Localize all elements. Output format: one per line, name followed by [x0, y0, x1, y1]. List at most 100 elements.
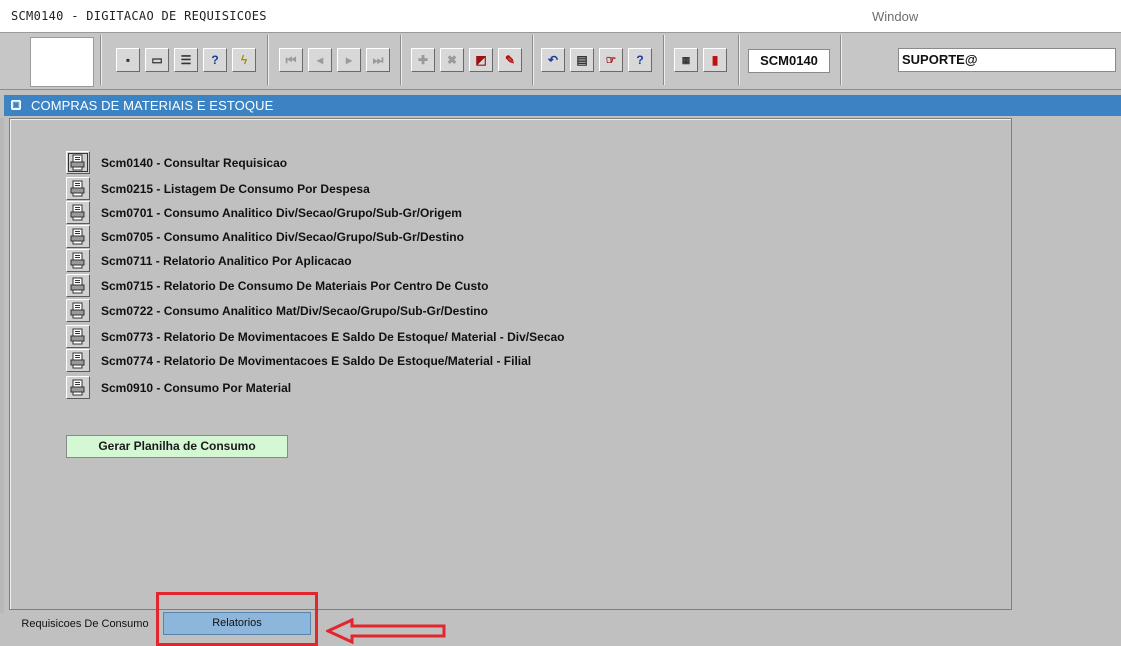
report-label: Scm0711 - Relatorio Analitico Por Aplica… — [101, 254, 352, 268]
toolbar-separator — [840, 35, 842, 85]
window-icon[interactable]: ▭ — [145, 48, 169, 72]
logo-area — [30, 37, 94, 87]
report-separator: - — [153, 279, 164, 293]
report-name: Relatorio De Movimentacoes E Saldo De Es… — [163, 354, 532, 368]
report-code: Scm0705 — [101, 230, 154, 244]
report-name: Consumo Por Material — [163, 381, 292, 395]
window-edge — [0, 118, 4, 613]
report-separator: - — [153, 230, 164, 244]
print-icon[interactable]: ☰ — [174, 48, 198, 72]
menu-window[interactable]: Window — [872, 9, 918, 24]
print-report-button[interactable] — [66, 225, 90, 248]
printer-icon — [70, 204, 85, 221]
print-report-button[interactable] — [66, 151, 90, 174]
report-label: Scm0773 - Relatorio De Movimentacoes E S… — [101, 330, 565, 344]
pointer-icon[interactable]: ☞ — [599, 48, 623, 72]
printer-icon — [70, 180, 85, 197]
print-report-button[interactable] — [66, 249, 90, 272]
section-header: ▣ COMPRAS DE MATERIAIS E ESTOQUE — [4, 95, 1121, 116]
report-code: Scm0910 — [101, 381, 154, 395]
previous-record-icon[interactable]: ◂ — [308, 48, 332, 72]
report-code: Scm0773 — [101, 330, 154, 344]
report-name: Relatorio Analitico Por Aplicacao — [163, 254, 352, 268]
report-name: Relatorio De Movimentacoes E Saldo De Es… — [163, 330, 565, 344]
report-label: Scm0910 - Consumo Por Material — [101, 381, 291, 395]
report-separator: - — [153, 156, 164, 170]
report-code: Scm0701 — [101, 206, 154, 220]
report-name: Consultar Requisicao — [163, 156, 288, 170]
save-icon[interactable]: ▪ — [116, 48, 140, 72]
clipboard-icon[interactable]: ▤ — [570, 48, 594, 72]
report-code: Scm0215 — [101, 182, 154, 196]
annotation-arrow-icon — [326, 618, 446, 644]
report-code: Scm0711 — [101, 254, 153, 268]
toolbar-separator — [100, 35, 102, 85]
query-icon[interactable]: ? — [203, 48, 227, 72]
report-code: Scm0140 — [101, 156, 154, 170]
next-record-icon[interactable]: ▸ — [337, 48, 361, 72]
toolbar-separator — [400, 35, 402, 85]
report-separator: - — [153, 330, 164, 344]
print-report-button[interactable] — [66, 201, 90, 224]
user-field: SUPORTE@ — [898, 48, 1116, 72]
report-label: Scm0715 - Relatorio De Consumo De Materi… — [101, 279, 488, 293]
title-bar: SCM0140 - DIGITACAO DE REQUISICOES Windo… — [0, 0, 1121, 33]
printer-icon — [70, 228, 85, 245]
window-title: SCM0140 - DIGITACAO DE REQUISICOES — [11, 9, 267, 23]
printer-icon — [70, 328, 85, 345]
report-label: Scm0722 - Consumo Analitico Mat/Div/Seca… — [101, 304, 488, 318]
report-label: Scm0705 - Consumo Analitico Div/Secao/Gr… — [101, 230, 464, 244]
report-code: Scm0774 — [101, 354, 154, 368]
report-label: Scm0774 - Relatorio De Movimentacoes E S… — [101, 354, 531, 368]
first-record-icon[interactable]: ⏮ — [279, 48, 303, 72]
printer-icon — [70, 252, 85, 269]
report-name: Consumo Analitico Mat/Div/Secao/Grupo/Su… — [163, 304, 488, 318]
report-code: Scm0722 — [101, 304, 154, 318]
report-separator: - — [153, 354, 164, 368]
toolbar-separator — [267, 35, 269, 85]
report-name: Listagem De Consumo Por Despesa — [163, 182, 370, 196]
report-name: Consumo Analitico Div/Secao/Grupo/Sub-Gr… — [163, 230, 464, 244]
menu-icon[interactable]: ▦ — [674, 48, 698, 72]
toolbar-separator — [663, 35, 665, 85]
toolbar-separator — [738, 35, 740, 85]
edit-icon[interactable]: ✎ — [498, 48, 522, 72]
printer-icon — [70, 277, 85, 294]
printer-icon — [70, 352, 85, 369]
help-icon[interactable]: ? — [628, 48, 652, 72]
report-label: Scm0140 - Consultar Requisicao — [101, 156, 287, 170]
undo-icon[interactable]: ↶ — [541, 48, 565, 72]
execute-query-icon[interactable]: ϟ — [232, 48, 256, 72]
tab-requisicoes-de-consumo[interactable]: Requisicoes De Consumo — [9, 612, 161, 636]
report-separator: - — [153, 182, 164, 196]
section-title: COMPRAS DE MATERIAIS E ESTOQUE — [31, 98, 274, 113]
report-code: Scm0715 — [101, 279, 154, 293]
printer-icon — [70, 302, 85, 319]
print-report-button[interactable] — [66, 274, 90, 297]
delete-record-icon[interactable]: ✖ — [440, 48, 464, 72]
report-name: Relatorio De Consumo De Materiais Por Ce… — [163, 279, 489, 293]
annotation-highlight-box — [156, 592, 318, 646]
exit-icon[interactable]: ▮ — [703, 48, 727, 72]
report-label: Scm0215 - Listagem De Consumo Por Despes… — [101, 182, 370, 196]
report-name: Consumo Analitico Div/Secao/Grupo/Sub-Gr… — [163, 206, 462, 220]
toolbar-separator — [532, 35, 534, 85]
report-separator: - — [152, 254, 164, 268]
printer-icon — [70, 154, 85, 171]
report-label: Scm0701 - Consumo Analitico Div/Secao/Gr… — [101, 206, 462, 220]
report-separator: - — [153, 206, 164, 220]
report-separator: - — [153, 304, 164, 318]
report-separator: - — [153, 381, 164, 395]
print-report-button[interactable] — [66, 349, 90, 372]
insert-record-icon[interactable]: ✚ — [411, 48, 435, 72]
print-report-button[interactable] — [66, 376, 90, 399]
screen-code-field: SCM0140 — [748, 49, 830, 73]
last-record-icon[interactable]: ⏭ — [366, 48, 390, 72]
print-report-button[interactable] — [66, 177, 90, 200]
print-report-button[interactable] — [66, 299, 90, 322]
form-icon: ▣ — [11, 100, 21, 110]
gerar-planilha-button[interactable]: Gerar Planilha de Consumo — [66, 435, 288, 458]
print-report-button[interactable] — [66, 325, 90, 348]
printer-icon — [70, 379, 85, 396]
clear-form-icon[interactable]: ◩ — [469, 48, 493, 72]
